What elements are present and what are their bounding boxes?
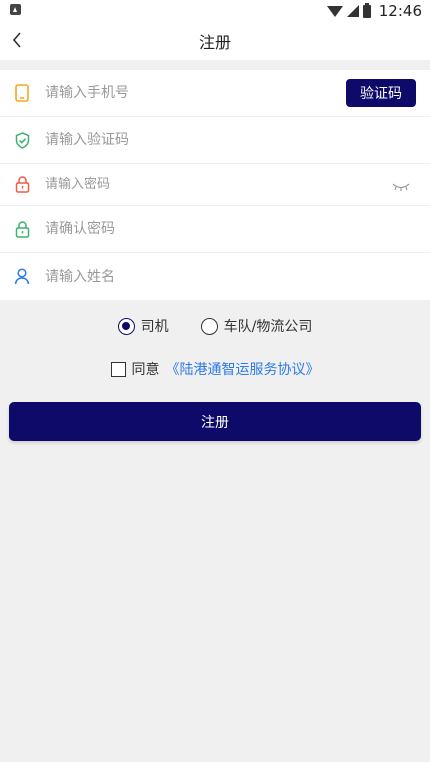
role-option-fleet[interactable]: 车队/物流公司	[200, 316, 313, 336]
user-icon	[14, 268, 30, 286]
confirm-password-row	[0, 206, 430, 253]
agreement-row: 同意 《陆港通智运服务协议》	[0, 359, 430, 379]
agreement-prefix: 同意	[131, 362, 160, 378]
confirm-password-input[interactable]	[45, 206, 340, 252]
notification-icon	[10, 4, 21, 15]
lock-icon	[14, 176, 30, 194]
name-row	[0, 253, 430, 300]
radio-unchecked-icon[interactable]	[200, 317, 218, 335]
role-label-fleet: 车队/物流公司	[223, 319, 313, 335]
status-icons: 12:46	[326, 2, 422, 20]
status-bar: 12:46	[0, 0, 430, 22]
password-input[interactable]	[45, 164, 340, 205]
agreement-link[interactable]: 《陆港通智运服务协议》	[166, 359, 320, 379]
register-button[interactable]: 注册	[9, 402, 421, 441]
name-input[interactable]	[45, 253, 340, 300]
title-bar: 注册	[0, 22, 430, 60]
code-input[interactable]	[45, 117, 340, 163]
register-form: 验证码	[0, 70, 430, 300]
password-row	[0, 164, 430, 206]
lock-icon	[14, 220, 30, 238]
signal-icon	[346, 5, 359, 17]
page-title: 注册	[198, 33, 231, 52]
phone-icon	[14, 84, 30, 102]
phone-row: 验证码	[0, 70, 430, 117]
get-code-button[interactable]: 验证码	[346, 79, 416, 107]
shield-check-icon	[14, 131, 30, 149]
eye-closed-icon[interactable]	[392, 178, 410, 191]
agreement-checkbox[interactable]	[110, 361, 126, 377]
role-selector: 司机 车队/物流公司	[0, 316, 430, 336]
battery-icon	[362, 2, 371, 18]
role-option-driver[interactable]: 司机	[117, 316, 169, 336]
chevron-left-icon[interactable]	[9, 32, 25, 48]
status-time: 12:46	[378, 2, 422, 20]
wifi-icon	[326, 5, 343, 17]
phone-input[interactable]	[45, 70, 340, 116]
code-row	[0, 117, 430, 164]
role-label-driver: 司机	[140, 319, 169, 335]
radio-checked-icon[interactable]	[117, 317, 135, 335]
